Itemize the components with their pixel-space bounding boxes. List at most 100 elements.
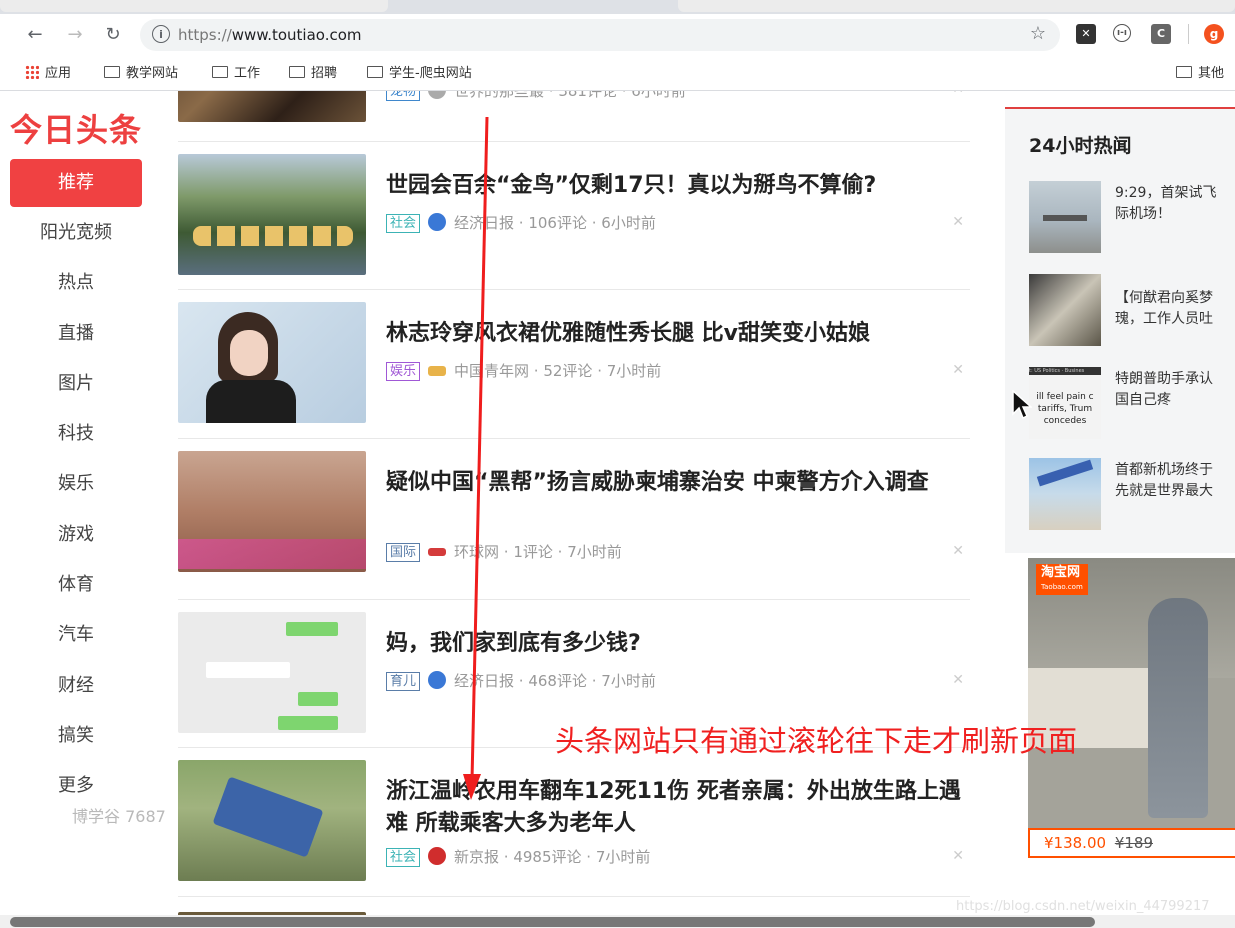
hot-news-thumbnail[interactable]: t: US Politics · Busines ill feel pain c…	[1029, 367, 1101, 439]
comment-count[interactable]: 468评论	[528, 672, 587, 690]
ad-old-price: ¥189	[1114, 834, 1153, 852]
bookmark-apps[interactable]: 应用	[25, 65, 71, 83]
publish-time: 7小时前	[567, 542, 622, 561]
feed-item[interactable]: 林志玲穿风衣裙优雅随性秀长腿 比v甜笑变小姑娘 娱乐 中国青年网 · 52评论 ·…	[178, 290, 970, 439]
red-annotation-text: 头条网站只有通过滚轮往下走才刷新页面	[555, 724, 1078, 758]
bookmark-folder[interactable]: 工作	[212, 65, 260, 83]
comment-count[interactable]: 1评论	[513, 543, 553, 561]
gauge-icon[interactable]: ı-ı	[1113, 24, 1131, 42]
news-thumbnail[interactable]	[178, 302, 366, 424]
news-title[interactable]: 妈，我们家到底有多少钱?	[386, 628, 966, 660]
comment-count[interactable]: 4985评论	[513, 848, 581, 866]
dislike-close-icon[interactable]: ✕	[952, 543, 964, 559]
news-title[interactable]: 世园会百余“金鸟”仅剩17只！真以为掰鸟不算偷?	[386, 170, 966, 202]
channel-item[interactable]: 娱乐	[10, 460, 142, 510]
info-icon[interactable]: i	[152, 25, 170, 43]
dislike-close-icon[interactable]: ✕	[952, 848, 964, 864]
news-thumbnail[interactable]	[178, 450, 366, 572]
reload-icon[interactable]: ↻	[100, 22, 126, 48]
news-thumbnail[interactable]	[178, 611, 366, 733]
source-avatar	[428, 670, 447, 689]
ad-model	[1148, 598, 1208, 818]
toolbar-divider	[1188, 24, 1189, 44]
back-icon[interactable]: ←	[22, 22, 48, 48]
news-title[interactable]: 浙江温岭农用车翻车12死11伤 死者亲属：外出放生路上遇难 所载乘客大多为老年人	[386, 776, 966, 840]
hot-news-thumbnail[interactable]	[1029, 181, 1101, 253]
channel-item[interactable]: 热点	[10, 259, 142, 309]
dislike-close-icon[interactable]: ✕	[952, 362, 964, 378]
comment-count[interactable]: 106评论	[528, 214, 587, 232]
hot-news-text[interactable]: 首都新机场终于 先就是世界最大	[1115, 460, 1235, 502]
hot-news-text[interactable]: 【何猷君向奚梦 瑰，工作人员吐	[1115, 288, 1235, 330]
source-name[interactable]: 经济日报	[454, 214, 514, 232]
thumb-caption: ill feel pain c tariffs, Trum concedes	[1036, 392, 1094, 426]
feed-item[interactable]: 世园会百余“金鸟”仅剩17只！真以为掰鸟不算偷? 社会 经济日报 · 106评论 …	[178, 142, 970, 291]
hot-news-item[interactable]: 【何猷君向奚梦 瑰，工作人员吐	[1029, 274, 1235, 348]
hot-news-text[interactable]: 9:29，首架试飞 际机场！	[1115, 183, 1235, 225]
feed-item[interactable]: 浙江温岭农用车翻车12死11伤 死者亲属：外出放生路上遇难 所载乘客大多为老年人…	[178, 748, 970, 897]
hot-news-item[interactable]: 首都新机场终于 先就是世界最大	[1029, 458, 1235, 532]
forward-icon[interactable]: →	[62, 22, 88, 48]
category-tag: 国际	[386, 542, 421, 562]
taobao-logo[interactable]: 淘宝网 Taobao.com	[1036, 564, 1088, 595]
browser-tab[interactable]	[0, 0, 388, 12]
dislike-close-icon[interactable]: ✕	[952, 672, 964, 688]
hot-news-text[interactable]: 特朗普助手承认 国自己疼	[1115, 369, 1235, 411]
dislike-close-icon[interactable]: ✕	[952, 91, 964, 97]
taobao-ad[interactable]: 淘宝网 Taobao.com ¥138.00 ¥189	[1028, 558, 1235, 858]
news-thumbnail[interactable]	[178, 154, 366, 275]
dislike-close-icon[interactable]: ✕	[952, 214, 964, 230]
source-name[interactable]: 新京报	[454, 848, 499, 866]
channel-item[interactable]: 体育	[10, 561, 142, 611]
source-name[interactable]: 世界的那些最	[454, 91, 544, 100]
scrollbar-thumb[interactable]	[10, 917, 1095, 927]
channel-item[interactable]: 搞笑	[10, 712, 142, 762]
ad-price-bar[interactable]: ¥138.00 ¥189	[1028, 828, 1235, 858]
channel-recommend[interactable]: 推荐	[10, 159, 142, 207]
bookmark-folder[interactable]: 学生-爬虫网站	[367, 65, 472, 83]
hot-news-thumbnail[interactable]	[1029, 458, 1101, 530]
news-feed: 宠物世界的那些最 · 381评论 · 6小时前 ✕ 世园会百余“金鸟”仅剩17只…	[178, 91, 970, 928]
feed-item[interactable]: 宠物世界的那些最 · 381评论 · 6小时前 ✕	[178, 91, 970, 142]
comment-count[interactable]: 52评论	[543, 362, 592, 380]
hot-news-item[interactable]: 9:29，首架试飞 际机场！	[1029, 181, 1235, 255]
hot-news-panel: 24小时热闻 9:29，首架试飞 际机场！ 【何猷君向奚梦 瑰，工作人员吐 t:…	[1005, 107, 1235, 553]
hot-news-thumbnail[interactable]	[1029, 274, 1101, 346]
airplane-image	[1043, 215, 1087, 221]
channel-item[interactable]: 科技	[10, 410, 142, 460]
news-thumbnail[interactable]	[178, 759, 366, 881]
source-name[interactable]: 中国青年网	[454, 362, 529, 380]
address-bar[interactable]: i https://www.toutiao.com ☆	[140, 19, 1060, 51]
channel-item[interactable]: 游戏	[10, 511, 142, 561]
apps-grid-icon	[25, 65, 39, 79]
bookmark-folder[interactable]: 教学网站	[104, 65, 178, 83]
profile-avatar[interactable]: g	[1204, 24, 1224, 44]
hot-news-item[interactable]: t: US Politics · Busines ill feel pain c…	[1029, 367, 1235, 441]
publish-time: 7小时前	[606, 362, 662, 381]
channel-item[interactable]: 汽车	[10, 611, 142, 661]
news-title[interactable]: 林志玲穿风衣裙优雅随性秀长腿 比v甜笑变小姑娘	[386, 318, 966, 350]
channel-item[interactable]: 阳光宽频	[10, 209, 142, 259]
evernote-icon[interactable]: ✕	[1076, 24, 1096, 44]
toutiao-logo[interactable]: 今日头条	[10, 105, 142, 151]
hot-news-title: 24小时热闻	[1029, 135, 1132, 157]
channel-item[interactable]: 图片	[10, 360, 142, 410]
channel-item[interactable]: 财经	[10, 662, 142, 712]
caption-banner	[178, 538, 366, 569]
browser-tab[interactable]	[678, 0, 1235, 12]
channel-item[interactable]: 直播	[10, 310, 142, 360]
horizontal-scrollbar[interactable]	[0, 915, 1235, 928]
news-thumbnail[interactable]	[178, 91, 366, 122]
feed-item[interactable]: 疑似中国“黑帮”扬言威胁柬埔寨治安 中柬警方介入调查 国际 环球网 · 1评论 ·…	[178, 439, 970, 600]
bookmark-folder[interactable]: 招聘	[289, 65, 337, 83]
publish-time: 7小时前	[601, 671, 656, 690]
publish-time: 6小时前	[601, 214, 656, 232]
url-text[interactable]: https://www.toutiao.com	[178, 26, 362, 44]
source-name[interactable]: 经济日报	[454, 672, 514, 690]
comment-count[interactable]: 381评论	[558, 91, 617, 100]
news-title[interactable]: 疑似中国“黑帮”扬言威胁柬埔寨治安 中柬警方介入调查	[386, 467, 966, 499]
c-icon[interactable]: C	[1151, 24, 1171, 44]
bookmark-star-icon[interactable]: ☆	[1030, 23, 1046, 44]
bookmark-other[interactable]: 其他	[1176, 65, 1224, 83]
source-name[interactable]: 环球网	[454, 543, 499, 561]
